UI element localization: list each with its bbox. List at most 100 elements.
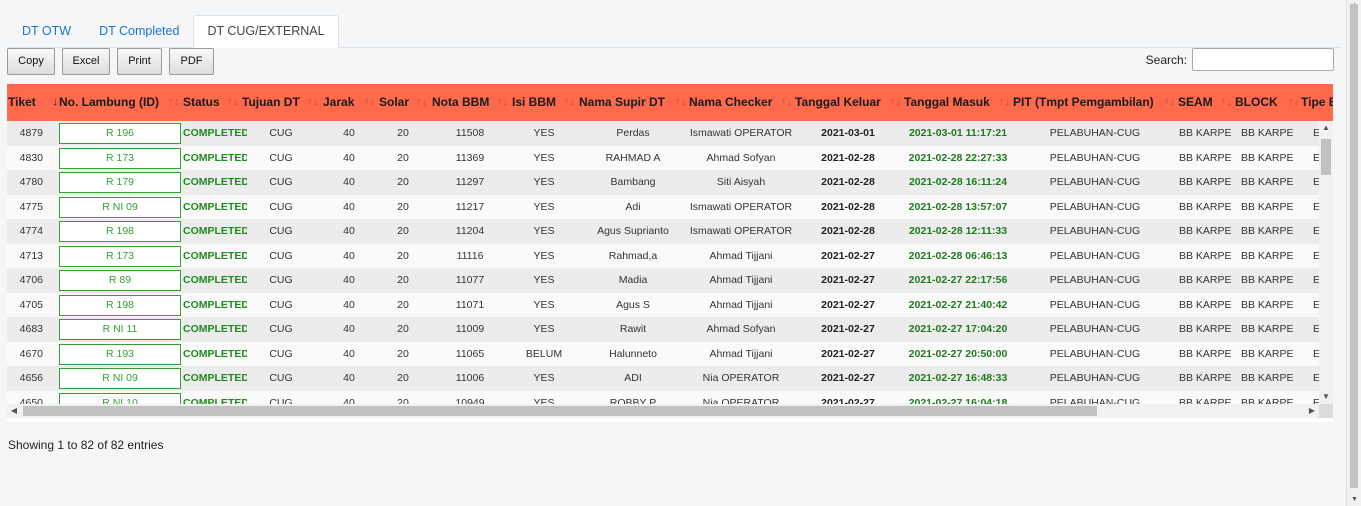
cell-checker: Nia OPERATOR	[702, 396, 780, 405]
excel-button[interactable]: Excel	[62, 48, 110, 75]
column-header[interactable]: Status ↑↓	[183, 84, 238, 121]
no-lambung-link[interactable]: R NI 11	[59, 319, 181, 340]
search-input[interactable]	[1192, 48, 1334, 71]
cell-tujuan: CUG	[269, 127, 293, 139]
no-lambung-link[interactable]: R 198	[59, 294, 181, 316]
column-header[interactable]: PIT (Tmpt Pemgambilan) ↑↓	[1013, 84, 1175, 121]
table-row[interactable]: 4775 R NI 09 COMPLETED CUG 40 20 11217 YES Adi Is…	[7, 194, 1319, 219]
column-header-label: Nama Supir DT	[579, 95, 666, 109]
cell-tujuan: CUG	[269, 323, 293, 335]
column-header[interactable]: Nama Supir DT ↑↓	[579, 84, 686, 121]
cell-jarak: 40	[343, 200, 355, 213]
no-lambung-link[interactable]: R NI 09	[59, 196, 181, 218]
page-scroll-down-icon[interactable]: ▼	[1347, 494, 1361, 506]
page-scroll-thumb[interactable]	[1350, 4, 1358, 488]
cell-solar: 20	[397, 274, 409, 286]
cell-tujuan: CUG	[269, 176, 293, 188]
cell-status: COMPLETED	[183, 298, 247, 311]
cell-isi-bbm: YES	[533, 274, 555, 286]
table-row[interactable]: 4713 R 173 COMPLETED CUG 40 20 11116 YES Rahmad,…	[7, 243, 1319, 268]
table-row[interactable]: 4774 R 198 COMPLETED CUG 40 20 11204 YES Agus Su…	[7, 219, 1319, 244]
scroll-up-arrow-icon[interactable]: ▲	[1319, 121, 1333, 135]
no-lambung-link[interactable]: R 173	[59, 147, 181, 169]
no-lambung-link[interactable]: R 89	[59, 270, 181, 291]
cell-supir: Bambang	[610, 176, 656, 188]
cell-jarak: 40	[343, 372, 355, 384]
column-header[interactable]: Tanggal Keluar ↑↓	[795, 84, 901, 121]
cell-seam: BB KARPET	[1179, 274, 1231, 286]
cell-isi-bbm: YES	[533, 396, 555, 405]
sort-icon: ↑↓	[1288, 96, 1299, 108]
cell-seam: BB KARPET	[1179, 298, 1231, 311]
cell-tanggal-keluar: 2021-02-28	[821, 151, 875, 164]
cell-nota: 11006	[455, 372, 485, 384]
tab-bar: DT OTW DT Completed DT CUG/EXTERNAL	[8, 15, 1341, 48]
no-lambung-link[interactable]: R 193	[59, 343, 181, 365]
cell-tujuan: CUG	[269, 200, 293, 213]
table-vertical-scrollbar[interactable]: ▲ ▼	[1319, 121, 1333, 404]
cell-isi-bbm: YES	[533, 298, 555, 311]
column-header[interactable]: BLOCK ↑↓	[1235, 84, 1299, 121]
table-row[interactable]: 4879 R 196 COMPLETED CUG 40 20 11508 YES Perdas I…	[7, 121, 1319, 146]
table-row[interactable]: 4650 R NI 10 COMPLETED CUG 40 20 10949 YES ROBBY…	[7, 390, 1319, 405]
column-header[interactable]: Nama Checker ↑↓	[689, 84, 792, 121]
table-row[interactable]: 4670 R 193 COMPLETED CUG 40 20 11065 BELUM Halun…	[7, 341, 1319, 366]
cell-jarak: 40	[343, 396, 355, 405]
cell-tanggal-keluar: 2021-02-27	[821, 274, 875, 286]
cell-pit: PELABUHAN-CUG	[1049, 127, 1141, 139]
table-row[interactable]: 4705 R 198 COMPLETED CUG 40 20 11071 YES Agus S A…	[7, 292, 1319, 317]
column-header[interactable]: Tipe B	[1301, 84, 1333, 121]
cell-status: COMPLETED	[183, 274, 247, 286]
no-lambung-link[interactable]: R NI 10	[59, 392, 181, 404]
pdf-button[interactable]: PDF	[169, 48, 214, 75]
column-header-label: Nota BBM	[432, 95, 490, 109]
tab-dt-otw[interactable]: DT OTW	[8, 15, 85, 47]
scroll-right-arrow-icon[interactable]: ▶	[1305, 404, 1319, 418]
cell-seam: BB KARPET	[1179, 396, 1231, 405]
table-row[interactable]: 4780 R 179 COMPLETED CUG 40 20 11297 YES Bambang…	[7, 170, 1319, 195]
no-lambung-link[interactable]: R 196	[59, 123, 181, 144]
cell-isi-bbm: YES	[533, 151, 555, 164]
column-header[interactable]: Jarak ↑↓	[323, 84, 375, 121]
table-row[interactable]: 4706 R 89 COMPLETED CUG 40 20 11077 YES Madia Ahm…	[7, 268, 1319, 293]
table-row[interactable]: 4656 R NI 09 COMPLETED CUG 40 20 11006 YES ADI Ni…	[7, 366, 1319, 391]
tab-dt-cug-external[interactable]: DT CUG/EXTERNAL	[193, 15, 339, 48]
print-button[interactable]: Print	[117, 48, 162, 75]
cell-nota: 11077	[455, 274, 485, 286]
no-lambung-link[interactable]: R 179	[59, 172, 181, 193]
table-row[interactable]: 4683 R NI 11 COMPLETED CUG 40 20 11009 YES Rawit…	[7, 317, 1319, 342]
column-header[interactable]: Nota BBM ↑↓	[432, 84, 508, 121]
page-scrollbar[interactable]: ▲ ▼	[1346, 0, 1361, 506]
no-lambung-link[interactable]: R 173	[59, 245, 181, 267]
cell-status: COMPLETED	[183, 347, 247, 360]
cell-nota: 10949	[455, 396, 485, 405]
tab-dt-completed[interactable]: DT Completed	[85, 15, 193, 47]
cell-tanggal-keluar: 2021-02-28	[821, 225, 875, 237]
cell-nota: 11065	[455, 347, 485, 360]
scroll-thumb[interactable]	[1321, 139, 1331, 175]
table-row[interactable]: 4830 R 173 COMPLETED CUG 40 20 11369 YES RAHMAD …	[7, 145, 1319, 170]
cell-supir: Halunneto	[609, 347, 657, 360]
column-header[interactable]: Solar ↑↓	[379, 84, 427, 121]
column-header[interactable]: Tanggal Masuk ↑↓	[904, 84, 1010, 121]
column-header[interactable]: Tiket ↓	[8, 84, 58, 121]
copy-button[interactable]: Copy	[7, 48, 55, 75]
table-horizontal-scrollbar[interactable]: ◀ ▶	[7, 404, 1319, 418]
cell-isi-bbm: YES	[533, 127, 555, 139]
column-header[interactable]: No. Lambung (ID) ↑↓	[59, 84, 179, 121]
scroll-thumb[interactable]	[23, 406, 1097, 416]
cell-solar: 20	[397, 151, 409, 164]
column-header-label: Jarak	[323, 95, 355, 109]
no-lambung-link[interactable]: R NI 09	[59, 368, 181, 389]
scroll-left-arrow-icon[interactable]: ◀	[7, 404, 21, 418]
column-header[interactable]: Tujuan DT ↑↓	[242, 84, 318, 121]
cell-isi-bbm: BELUM	[525, 347, 563, 360]
cell-tujuan: CUG	[269, 347, 293, 360]
no-lambung-link[interactable]: R 198	[59, 221, 181, 242]
scroll-down-arrow-icon[interactable]: ▼	[1319, 390, 1333, 404]
column-header[interactable]: SEAM ↑↓	[1178, 84, 1232, 121]
cell-tiket: 4656	[19, 372, 43, 384]
cell-seam: BB KARPET	[1179, 200, 1231, 213]
cell-tiket: 4670	[19, 347, 43, 360]
column-header[interactable]: Isi BBM ↑↓	[512, 84, 575, 121]
